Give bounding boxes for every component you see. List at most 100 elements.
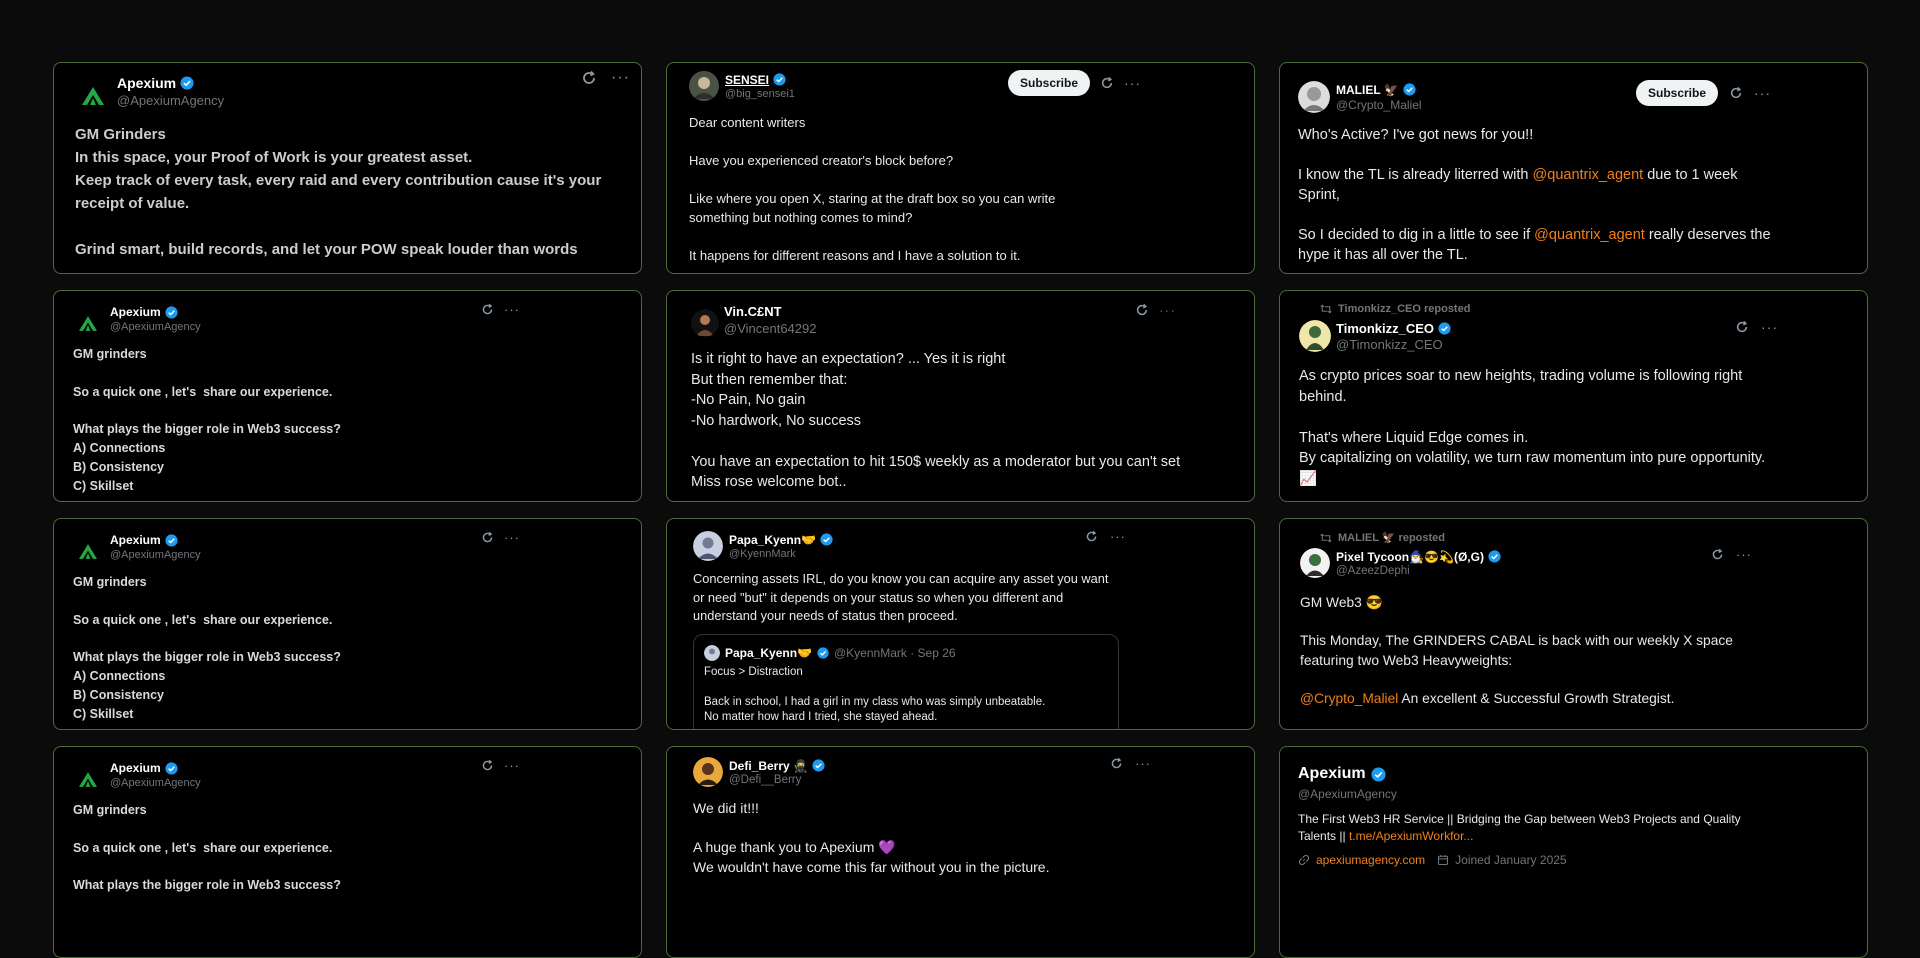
repost-label[interactable]: MALIEL 🦅 reposted [1338, 531, 1445, 544]
post-line: An excellent & Successful Growth Strateg… [1398, 691, 1675, 707]
more-icon[interactable]: ··· [504, 759, 520, 772]
more-icon[interactable]: ··· [1124, 76, 1141, 90]
avatar[interactable] [1300, 548, 1330, 578]
quoted-post[interactable]: Papa_Kyenn🤝 @KyennMark · Sep 26 Focus > … [693, 634, 1119, 729]
refresh-icon[interactable] [1735, 320, 1749, 334]
refresh-icon[interactable] [1135, 303, 1149, 317]
refresh-icon[interactable] [1711, 548, 1724, 561]
embed-card-apexium-3[interactable]: Apexium @ApexiumAgency ··· GM grinders S… [53, 518, 642, 730]
joined-date: Joined January 2025 [1455, 853, 1567, 867]
embed-card-apexium-4[interactable]: Apexium @ApexiumAgency ··· GM grinders S… [53, 746, 642, 958]
verified-badge-icon [165, 533, 178, 547]
author-name[interactable]: MALIEL 🦅 [1336, 83, 1399, 97]
more-icon[interactable]: ··· [1110, 530, 1126, 543]
verified-badge-icon [1488, 550, 1501, 563]
embed-card-maliel[interactable]: MALIEL 🦅 @Crypto_Maliel Subscribe ··· Wh… [1279, 62, 1868, 274]
verified-badge-icon [180, 75, 194, 90]
card-header: Apexium @ApexiumAgency [78, 71, 224, 111]
author-handle[interactable]: @ApexiumAgency [117, 93, 224, 108]
author-handle[interactable]: @ApexiumAgency [110, 549, 201, 561]
apexium-logo-avatar[interactable] [78, 81, 108, 111]
more-icon[interactable]: ··· [504, 531, 520, 544]
card-header: Vin.C£NT @Vincent64292 [691, 303, 816, 337]
author-handle[interactable]: @ApexiumAgency [110, 321, 201, 333]
author-name[interactable]: Apexium [110, 305, 161, 319]
refresh-icon[interactable] [581, 70, 597, 86]
subscribe-button[interactable]: Subscribe [1008, 70, 1091, 96]
author-handle[interactable]: @KyennMark [729, 548, 833, 560]
author-name[interactable]: Apexium [117, 75, 176, 91]
more-icon[interactable]: ··· [504, 303, 520, 316]
apexium-logo-avatar[interactable] [76, 539, 100, 563]
verified-badge-icon [1403, 83, 1416, 96]
embed-card-sensei[interactable]: SENSEI @big_sensei1 Subscribe ··· Dear c… [666, 62, 1255, 274]
subscribe-button[interactable]: Subscribe [1636, 80, 1719, 106]
avatar[interactable] [689, 71, 719, 101]
bio-link[interactable]: t.me/ApexiumWorkfor... [1349, 829, 1473, 843]
card-actions: ··· [1711, 548, 1752, 561]
apexium-logo-avatar[interactable] [76, 311, 100, 335]
apexium-logo-avatar[interactable] [76, 767, 100, 791]
author-name[interactable]: Pixel Tycoon🧙‍♂️😎💫(Ø,G) [1336, 550, 1484, 564]
card-header: MALIEL 🦅 @Crypto_Maliel [1298, 81, 1422, 113]
refresh-icon[interactable] [1110, 757, 1123, 770]
verified-badge-icon [773, 73, 786, 86]
mention-link[interactable]: @quantrix_agent [1533, 167, 1644, 183]
more-icon[interactable]: ··· [1736, 548, 1752, 561]
avatar[interactable] [693, 757, 723, 787]
author-handle[interactable]: @Defi__Berry [729, 774, 825, 786]
more-icon[interactable]: ··· [1159, 303, 1176, 317]
verified-badge-icon [1438, 321, 1451, 335]
mention-link[interactable]: @quantrix_agent [1534, 227, 1645, 243]
author-name[interactable]: SENSEI [725, 73, 769, 87]
refresh-icon[interactable] [481, 759, 494, 772]
repost-label[interactable]: Timonkizz_CEO reposted [1338, 303, 1470, 315]
repost-indicator: MALIEL 🦅 reposted [1320, 531, 1445, 544]
author-handle[interactable]: @Vincent64292 [724, 321, 816, 336]
refresh-icon[interactable] [481, 531, 494, 544]
author-name[interactable]: Timonkizz_CEO [1336, 321, 1434, 336]
refresh-icon[interactable] [1729, 86, 1743, 100]
profile-card-apexium[interactable]: Apexium @ApexiumAgency The First Web3 HR… [1279, 746, 1868, 958]
avatar[interactable] [1299, 320, 1331, 352]
embed-card-apexium-1[interactable]: Apexium @ApexiumAgency ··· GM Grinders I… [53, 62, 642, 274]
refresh-icon[interactable] [1085, 530, 1098, 543]
avatar[interactable] [691, 309, 719, 337]
author-name[interactable]: Vin.C£NT [724, 304, 782, 319]
card-actions: ··· [1110, 757, 1151, 770]
profile-name[interactable]: Apexium [1298, 765, 1366, 783]
avatar[interactable] [693, 531, 723, 561]
refresh-icon[interactable] [481, 303, 494, 316]
verified-badge-icon [165, 761, 178, 775]
embed-card-papa-kyenn[interactable]: Papa_Kyenn🤝 @KyennMark ··· Concerning as… [666, 518, 1255, 730]
author-name[interactable]: Defi_Berry 🥷 [729, 759, 808, 773]
embed-card-pixel-tycoon[interactable]: MALIEL 🦅 reposted Pixel Tycoon🧙‍♂️😎💫(Ø,G… [1279, 518, 1868, 730]
avatar[interactable] [1298, 81, 1330, 113]
embed-card-vincent[interactable]: Vin.C£NT @Vincent64292 ··· Is it right t… [666, 290, 1255, 502]
verified-badge-icon [820, 533, 833, 546]
mention-link[interactable]: @Crypto_Maliel [1300, 691, 1398, 706]
author-handle[interactable]: @ApexiumAgency [110, 777, 201, 789]
embed-card-timonkizz[interactable]: Timonkizz_CEO reposted Timonkizz_CEO @Ti… [1279, 290, 1868, 502]
profile-handle[interactable]: @ApexiumAgency [1298, 787, 1397, 801]
author-handle[interactable]: @AzeezDephi [1336, 565, 1501, 577]
embed-card-defi-berry[interactable]: Defi_Berry 🥷 @Defi__Berry ··· We did it!… [666, 746, 1255, 958]
author-handle[interactable]: @Crypto_Maliel [1336, 98, 1422, 112]
author-name[interactable]: Apexium [110, 761, 161, 775]
embed-card-apexium-2[interactable]: Apexium @ApexiumAgency ··· GM grinders S… [53, 290, 642, 502]
author-handle[interactable]: @big_sensei1 [725, 88, 795, 100]
card-header: Timonkizz_CEO @Timonkizz_CEO [1299, 320, 1451, 352]
website-link[interactable]: apexiumagency.com [1316, 853, 1425, 867]
repost-icon [1320, 304, 1332, 314]
more-icon[interactable]: ··· [1135, 757, 1151, 770]
author-name[interactable]: Papa_Kyenn🤝 [729, 533, 816, 547]
author-handle[interactable]: @Timonkizz_CEO [1336, 337, 1451, 352]
more-icon[interactable]: ··· [611, 70, 630, 86]
post-text: Concerning assets IRL, do you know you c… [693, 571, 1112, 623]
refresh-icon[interactable] [1100, 76, 1114, 90]
author-name[interactable]: Apexium [110, 533, 161, 547]
more-icon[interactable]: ··· [1761, 320, 1778, 334]
post-text: GM Web3 😎 This Monday, The GRINDERS CABA… [1300, 593, 1740, 708]
card-header: Apexium @ApexiumAgency [76, 531, 201, 563]
more-icon[interactable]: ··· [1754, 86, 1771, 100]
